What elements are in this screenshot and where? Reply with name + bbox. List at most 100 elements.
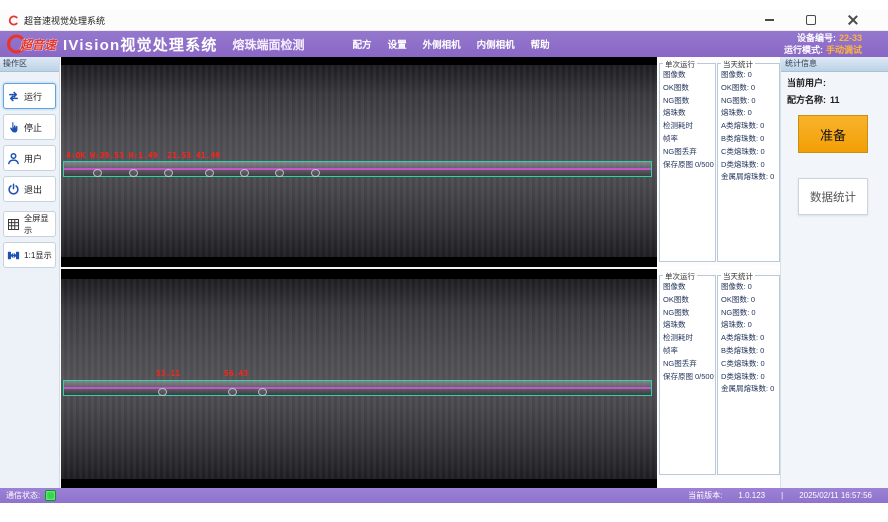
single-run-groupbox: 单次运行 图像数OK图数NG图数熔珠数检测耗时帧率NG图丢弃保存原图0/500 xyxy=(659,63,716,262)
stat-row: A类熔珠数:0 xyxy=(721,334,779,342)
stat-row: NG图数:0 xyxy=(721,309,779,317)
stat-row: B类熔珠数:0 xyxy=(721,347,779,355)
menu-item-recipe[interactable]: 配方 xyxy=(353,37,372,51)
prepare-button[interactable]: 准备 xyxy=(798,115,868,153)
stat-row: C类熔珠数:0 xyxy=(721,148,779,156)
stat-row: 检测耗时 xyxy=(663,334,715,342)
bead-marker xyxy=(258,388,267,396)
stats-panel-top: 单次运行 图像数OK图数NG图数熔珠数检测耗时帧率NG图丢弃保存原图0/500 … xyxy=(657,57,780,266)
menu-item-help[interactable]: 帮助 xyxy=(531,37,550,51)
measurement-annotation: 4:OK W:39.53 H:1.49 21.53 41.49 xyxy=(66,151,220,160)
stat-row: OK图数 xyxy=(663,84,715,92)
exit-button[interactable]: 退出 xyxy=(3,176,56,202)
stat-row: OK图数:0 xyxy=(721,296,779,304)
bead-marker xyxy=(158,388,167,396)
menu-item-settings[interactable]: 设置 xyxy=(388,37,407,51)
device-number-row: 设备编号:22-33 xyxy=(784,32,862,44)
fullscreen-grid-icon xyxy=(6,217,21,232)
today-stats-rows: 图像数:0 OK图数:0 NG图数:0 熔珠数:0 A类熔珠数:0 B类熔珠数:0 C类熔珠… xyxy=(718,276,779,393)
page-title: IVision视觉处理系统 xyxy=(63,34,218,55)
user-icon xyxy=(6,151,21,166)
seam-centerline xyxy=(64,387,651,389)
statistics-column: 单次运行 图像数OK图数NG图数熔珠数检测耗时帧率NG图丢弃保存原图0/500 … xyxy=(657,57,780,488)
bead-marker xyxy=(240,169,249,177)
one-to-one-button-label: 1:1显示 xyxy=(24,249,52,261)
stat-row: NG图数 xyxy=(663,97,715,105)
stat-row: 金属屑熔珠数:0 xyxy=(721,385,779,393)
recipe-label: 配方名称: xyxy=(787,95,826,105)
maximize-icon xyxy=(806,15,816,25)
comm-status-label: 通信状态: xyxy=(6,490,40,501)
info-panel: 统计信息 当前用户: 配方名称:11 准备 数据统计 xyxy=(780,57,888,488)
minimize-button[interactable] xyxy=(762,13,776,27)
stat-row: 熔珠数:0 xyxy=(721,321,779,329)
stat-row: B类熔珠数:0 xyxy=(721,135,779,143)
weld-strip-image-bottom xyxy=(61,279,657,479)
main-menu: 配方 设置 外侧相机 内侧相机 帮助 xyxy=(353,37,550,51)
stats-panel-bottom: 单次运行 图像数OK图数NG图数熔珠数检测耗时帧率NG图丢弃保存原图0/500 … xyxy=(657,269,780,479)
stat-row: 图像数:0 xyxy=(721,283,779,291)
fullscreen-button[interactable]: 全屏显示 xyxy=(3,211,56,237)
menu-item-outer-camera[interactable]: 外侧相机 xyxy=(423,37,461,51)
data-statistics-button[interactable]: 数据统计 xyxy=(798,178,868,215)
run-cycle-icon xyxy=(6,89,21,104)
brand-logo: 超音速 xyxy=(6,34,56,54)
one-to-one-button[interactable]: 1:1显示 xyxy=(3,242,56,268)
stat-row: 检测耗时 xyxy=(663,122,715,130)
stat-row: OK图数:0 xyxy=(721,84,779,92)
stat-row: 保存原图0/500 xyxy=(663,161,715,169)
measurement-label-1: 53.11 xyxy=(156,369,180,378)
close-icon xyxy=(848,15,858,25)
bead-marker xyxy=(228,388,237,396)
stop-button[interactable]: 停止 xyxy=(3,114,56,140)
app-header: 超音速 IVision视觉处理系统 熔珠端面检测 配方 设置 外侧相机 内侧相机… xyxy=(0,31,888,57)
bead-marker xyxy=(275,169,284,177)
single-run-rows: 图像数OK图数NG图数熔珠数检测耗时帧率NG图丢弃保存原图0/500 xyxy=(660,64,715,169)
camera-viewport: 4:OK W:39.53 H:1.49 21.53 41.49 53.11 56… xyxy=(61,57,657,488)
stop-button-label: 停止 xyxy=(24,121,42,134)
version-value: 1.0.123 xyxy=(738,491,765,500)
stat-row: C类熔珠数:0 xyxy=(721,360,779,368)
brand-name: 超音速 xyxy=(20,36,56,53)
stat-row: 熔珠数 xyxy=(663,109,715,117)
stat-row: 熔珠数 xyxy=(663,321,715,329)
camera-view-bottom[interactable]: 53.11 56.43 xyxy=(61,269,657,488)
bead-marker xyxy=(164,169,173,177)
stat-row: 金属屑熔珠数:0 xyxy=(721,173,779,181)
single-run-title: 单次运行 xyxy=(663,271,697,282)
bead-marker xyxy=(93,169,102,177)
single-run-rows: 图像数OK图数NG图数熔珠数检测耗时帧率NG图丢弃保存原图0/500 xyxy=(660,276,715,381)
close-button[interactable] xyxy=(846,13,860,27)
menu-item-inner-camera[interactable]: 内侧相机 xyxy=(477,37,515,51)
os-titlebar: 超音速视觉处理系统 xyxy=(0,10,888,31)
device-number-label: 设备编号: xyxy=(797,33,836,43)
today-stats-title: 当天统计 xyxy=(721,271,755,282)
user-button[interactable]: 用户 xyxy=(3,145,56,171)
recipe-row: 配方名称:11 xyxy=(781,89,888,106)
stat-row: 熔珠数:0 xyxy=(721,109,779,117)
camera-view-top[interactable]: 4:OK W:39.53 H:1.49 21.53 41.49 xyxy=(61,57,657,267)
stat-row: NG图数 xyxy=(663,309,715,317)
exit-button-label: 退出 xyxy=(24,183,42,196)
measurement-label-2: 56.43 xyxy=(224,369,248,378)
one-to-one-icon xyxy=(6,248,21,263)
maximize-button[interactable] xyxy=(804,13,818,27)
today-stats-groupbox: 当天统计 图像数:0OK图数:0NG图数:0熔珠数:0A类熔珠数:0B类熔珠数:… xyxy=(717,63,780,262)
stat-row: D类熔珠数:0 xyxy=(721,161,779,169)
stat-row: 帧率 xyxy=(663,135,715,143)
run-button[interactable]: 运行 xyxy=(3,83,56,109)
operation-sidebar: 操作区 运行 停止 用户 退出 xyxy=(0,57,60,488)
run-button-label: 运行 xyxy=(24,90,42,103)
stat-row: 图像数 xyxy=(663,71,715,79)
stat-row: D类熔珠数:0 xyxy=(721,373,779,381)
main-content: 操作区 运行 停止 用户 退出 xyxy=(0,57,888,488)
stat-row: 保存原图0/500 xyxy=(663,373,715,381)
status-separator: | xyxy=(781,491,783,500)
app-logo-icon xyxy=(8,15,19,26)
comm-status: 通信状态: xyxy=(6,490,56,501)
minimize-icon xyxy=(765,19,774,21)
status-bar-right: 当前版本: 1.0.123 | 2025/02/11 16:57:56 xyxy=(688,490,872,501)
stat-row: 图像数 xyxy=(663,283,715,291)
stat-row: OK图数 xyxy=(663,296,715,304)
device-info: 设备编号:22-33 运行模式:手动调试 xyxy=(784,32,862,56)
